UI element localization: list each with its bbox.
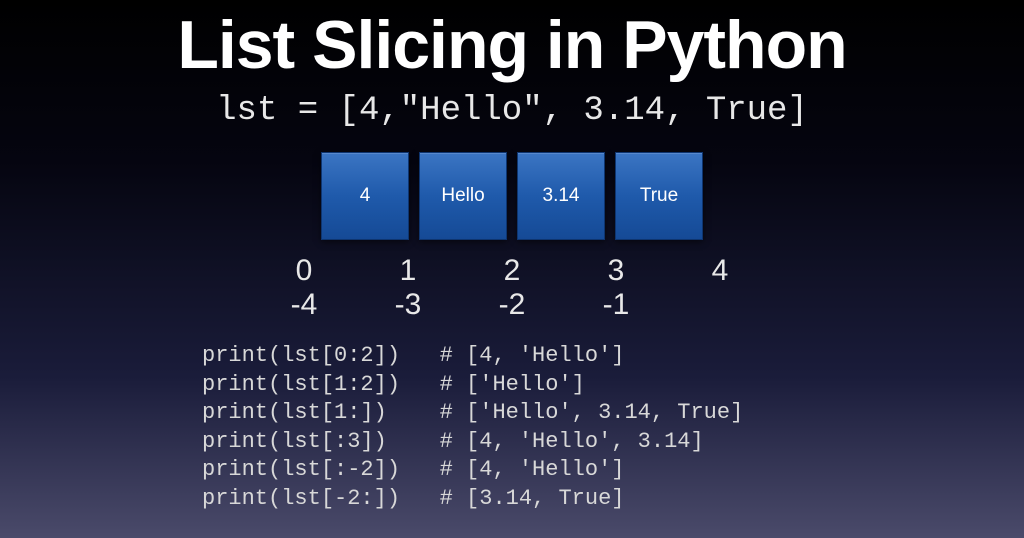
list-boxes: 4 Hello 3.14 True	[0, 152, 1024, 240]
index-label: -1	[564, 288, 668, 322]
code-line: print(lst[-2:]) # [3.14, True]	[202, 485, 1024, 514]
index-label: -3	[356, 288, 460, 322]
code-line: print(lst[1:2]) # ['Hello']	[202, 371, 1024, 400]
index-label: -2	[460, 288, 564, 322]
index-label: 4	[668, 254, 772, 288]
index-labels: 0 1 2 3 4 -4 -3 -2 -1	[252, 254, 772, 322]
list-box: 4	[321, 152, 409, 240]
list-declaration: lst = [4,"Hello", 3.14, True]	[0, 92, 1024, 130]
code-line: print(lst[:3]) # [4, 'Hello', 3.14]	[202, 428, 1024, 457]
slide-title: List Slicing in Python	[0, 6, 1024, 84]
index-label: 2	[460, 254, 564, 288]
positive-indices: 0 1 2 3 4	[252, 254, 772, 288]
code-block: print(lst[0:2]) # [4, 'Hello']print(lst[…	[202, 342, 1024, 514]
code-line: print(lst[1:]) # ['Hello', 3.14, True]	[202, 399, 1024, 428]
negative-indices: -4 -3 -2 -1	[252, 288, 772, 322]
index-label: -4	[252, 288, 356, 322]
index-label: 0	[252, 254, 356, 288]
index-label: 3	[564, 254, 668, 288]
list-box: True	[615, 152, 703, 240]
list-box: 3.14	[517, 152, 605, 240]
list-box: Hello	[419, 152, 507, 240]
code-line: print(lst[:-2]) # [4, 'Hello']	[202, 456, 1024, 485]
index-label: 1	[356, 254, 460, 288]
code-line: print(lst[0:2]) # [4, 'Hello']	[202, 342, 1024, 371]
